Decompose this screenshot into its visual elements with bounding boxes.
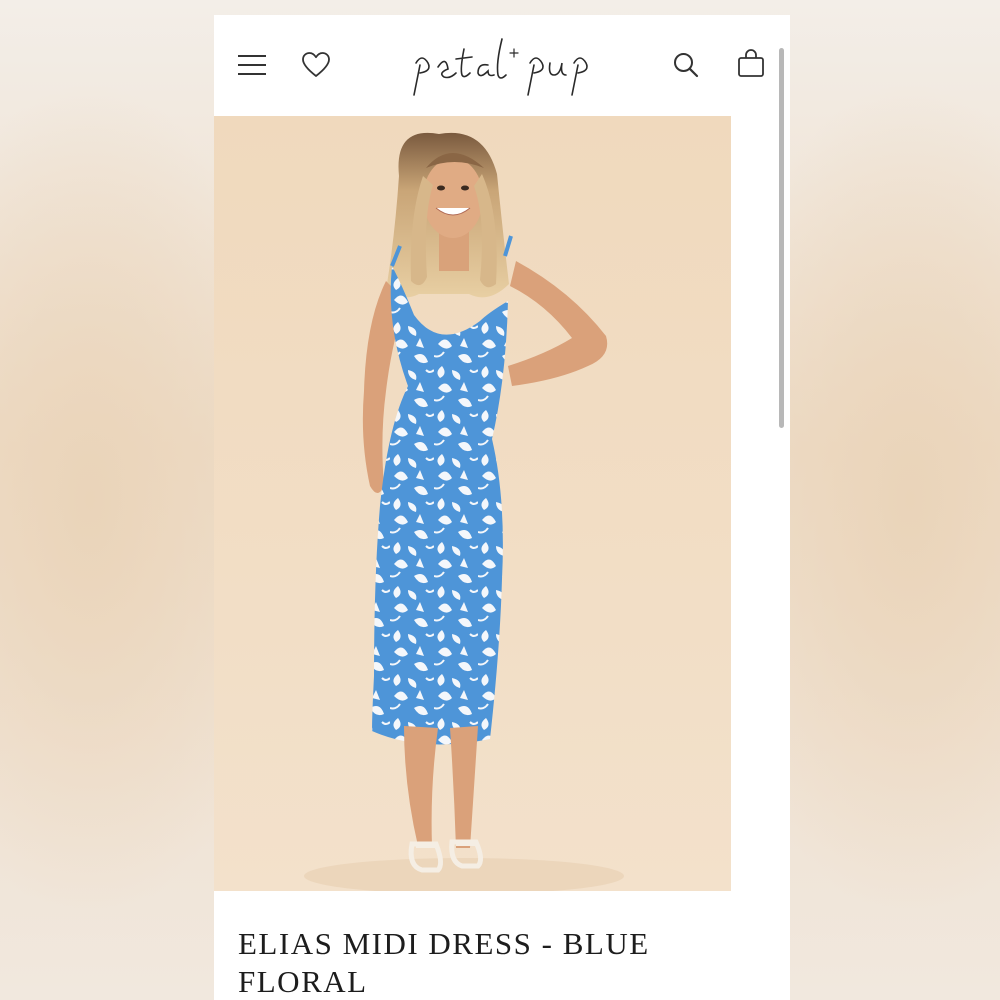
search-icon [674, 53, 699, 78]
logo-script [413, 38, 588, 96]
shopping-bag-icon [738, 49, 764, 77]
cart-button[interactable] [731, 43, 771, 83]
product-title: ELIAS MIDI DRESS - BLUE FLORAL [238, 926, 650, 999]
search-button[interactable] [666, 45, 706, 85]
brand-logo[interactable] [404, 29, 614, 99]
product-image[interactable] [214, 116, 731, 891]
wishlist-button[interactable] [296, 45, 336, 85]
mobile-page: ELIAS MIDI DRESS - BLUE FLORAL [214, 15, 790, 1000]
scrollbar-thumb[interactable] [779, 48, 784, 428]
heart-icon [302, 52, 330, 77]
site-header [214, 15, 790, 115]
hamburger-menu-icon [238, 55, 266, 75]
model-photo [214, 116, 731, 891]
menu-button[interactable] [232, 45, 272, 85]
